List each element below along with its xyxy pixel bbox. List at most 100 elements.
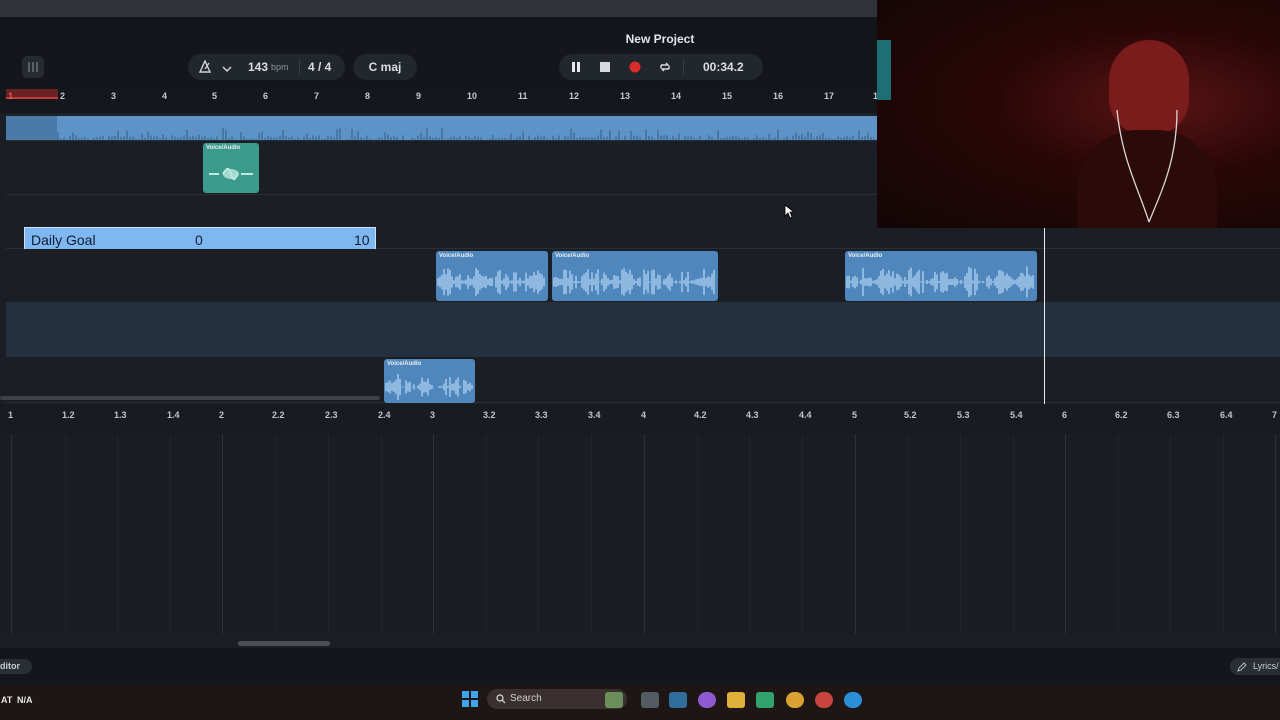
playhead[interactable] — [1044, 228, 1045, 404]
horizontal-scrollbar[interactable] — [0, 396, 380, 400]
clip-label: Voice/Audio — [387, 361, 422, 367]
editor-ruler-number: 7 — [1272, 410, 1278, 420]
ruler-bar-number: 17 — [824, 91, 835, 101]
app-icon[interactable] — [756, 692, 774, 708]
audio-clip[interactable]: Voice/Audio — [436, 251, 548, 301]
divider — [299, 58, 300, 76]
chevron-down-icon[interactable] — [222, 62, 232, 76]
grid-line — [1013, 434, 1014, 634]
editor-ruler-number: 6.3 — [1167, 410, 1180, 420]
copilot-icon[interactable] — [698, 692, 716, 708]
search-icon — [496, 694, 506, 704]
audio-clip[interactable]: Voice/Audio — [845, 251, 1037, 301]
windows-start-icon[interactable] — [462, 691, 478, 707]
audio-clip[interactable] — [6, 116, 877, 140]
timeline-ruler[interactable] — [0, 89, 880, 113]
ruler-bar-number: 5 — [212, 91, 218, 101]
editor-ruler-number: 6 — [1062, 410, 1068, 420]
grid-line — [960, 434, 961, 634]
editor-scrollbar[interactable] — [238, 641, 330, 646]
waveform — [846, 266, 1034, 298]
waveform — [57, 128, 875, 140]
editor-ruler-number: 4.3 — [746, 410, 759, 420]
metronome-icon[interactable] — [198, 59, 212, 76]
editor-ruler-number: 3.2 — [483, 410, 496, 420]
daw-app-icon[interactable] — [815, 692, 833, 708]
ruler-bar-number: 4 — [162, 91, 168, 101]
webcam-overlay — [877, 0, 1280, 228]
loop-region-marker[interactable] — [6, 89, 58, 99]
ruler-bar-number: 3 — [111, 91, 117, 101]
editor-ruler-number: 1.3 — [114, 410, 127, 420]
taskbar-status-2: N/A — [17, 695, 33, 705]
ruler-bar-number: 13 — [620, 91, 631, 101]
daily-goal-label: Daily Goal — [31, 232, 96, 248]
editor-ruler-number: 5.2 — [904, 410, 917, 420]
tempo-value[interactable]: 143 — [248, 60, 268, 74]
editor-pane[interactable] — [0, 404, 1280, 636]
store-icon[interactable] — [669, 692, 687, 708]
grid-line — [117, 434, 118, 634]
daw-app-window: New Project 143 bpm 4 / 4 C maj 00:34.2 — [0, 0, 1280, 720]
editor-ruler-number: 2.2 — [272, 410, 285, 420]
key-selector[interactable]: C maj — [353, 54, 417, 80]
editor-ruler-number: 1 — [8, 410, 14, 420]
menu-grid-icon[interactable] — [22, 56, 44, 78]
grid-line — [433, 434, 434, 634]
ruler-bar-number: 10 — [467, 91, 478, 101]
grid-line — [538, 434, 539, 634]
ruler-bar-number: 15 — [722, 91, 733, 101]
grid-line — [381, 434, 382, 634]
bottom-bar — [0, 648, 1280, 686]
audio-clip[interactable]: Voice/Audio — [552, 251, 718, 301]
editor-ruler-number: 3.4 — [588, 410, 601, 420]
ruler-bar-number: 14 — [671, 91, 682, 101]
grid-line — [697, 434, 698, 634]
track-row[interactable]: Voice/Audio Voice/Audio Voice/Audio — [6, 249, 1280, 303]
ruler-bar-number: 7 — [314, 91, 320, 101]
track-row-selected[interactable] — [6, 303, 1280, 357]
task-view-icon[interactable] — [641, 692, 659, 708]
tempo-unit: bpm — [271, 62, 289, 72]
grid-line — [644, 434, 645, 634]
grid-line — [855, 434, 856, 634]
clip-label: Voice/Audio — [206, 145, 241, 151]
editor-ruler-number: 3.3 — [535, 410, 548, 420]
grid-line — [802, 434, 803, 634]
pause-button[interactable] — [570, 61, 582, 76]
editor-ruler-number: 4.4 — [799, 410, 812, 420]
editor-ruler-number: 6.2 — [1115, 410, 1128, 420]
chrome-icon[interactable] — [786, 692, 804, 708]
record-button[interactable] — [629, 61, 641, 76]
project-title: New Project — [625, 32, 695, 46]
editor-ruler[interactable] — [0, 404, 1280, 434]
editor-tab-label: ditor — [0, 661, 20, 671]
ruler-bar-number: 6 — [263, 91, 269, 101]
audio-clip[interactable]: Voice/Audio — [384, 359, 475, 403]
editor-ruler-number: 1.4 — [167, 410, 180, 420]
daily-goal-target: 10 — [354, 232, 370, 248]
waveform — [553, 268, 715, 296]
search-label: Search — [510, 693, 542, 704]
lyrics-tab-button[interactable]: Lyrics/ — [1230, 658, 1280, 675]
mouse-cursor-icon — [784, 204, 794, 219]
file-explorer-icon[interactable] — [727, 692, 745, 708]
editor-ruler-number: 2 — [219, 410, 225, 420]
editor-ruler-number: 2.3 — [325, 410, 338, 420]
divider — [683, 58, 684, 76]
grid-line — [328, 434, 329, 634]
edge-icon[interactable] — [844, 692, 862, 708]
grid-line — [907, 434, 908, 634]
editor-ruler-number: 6.4 — [1220, 410, 1233, 420]
clip-label: Voice/Audio — [848, 253, 883, 259]
loop-button[interactable] — [658, 60, 672, 77]
ruler-bar-number: 12 — [569, 91, 580, 101]
clip-label: Voice/Audio — [555, 253, 590, 259]
widgets-icon[interactable] — [605, 692, 623, 708]
clip-label: Voice/Audio — [439, 253, 474, 259]
audio-clip[interactable]: Voice/Audio — [203, 143, 259, 193]
time-signature[interactable]: 4 / 4 — [308, 60, 331, 74]
stop-button[interactable] — [599, 61, 611, 76]
editor-tab-button[interactable]: ditor — [0, 659, 32, 674]
ruler-bar-number: 2 — [60, 91, 66, 101]
